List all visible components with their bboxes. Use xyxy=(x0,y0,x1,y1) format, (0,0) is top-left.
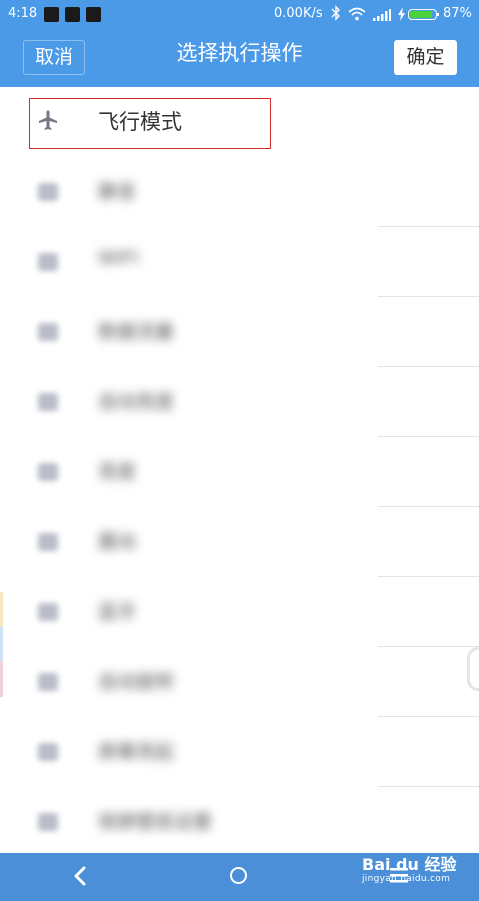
notification-app-icon xyxy=(65,7,80,22)
wifi-icon xyxy=(348,7,366,21)
status-time: 4:18 xyxy=(8,6,38,21)
title-bar: 取消 选择执行操作 确定 xyxy=(0,30,479,87)
action-label: 自动旋转 xyxy=(98,671,175,693)
action-label: 自动亮度 xyxy=(98,391,175,413)
battery-icon xyxy=(408,9,439,20)
action-label: 蓝牙 xyxy=(98,601,137,623)
blurred-icon xyxy=(38,253,58,271)
blurred-icon xyxy=(38,743,58,761)
battery-percent: 87% xyxy=(443,6,472,21)
action-label: 锁屏壁纸设置 xyxy=(98,811,213,833)
side-edge-strip xyxy=(0,592,3,697)
blurred-icon xyxy=(38,323,58,341)
blurred-icon xyxy=(38,603,58,621)
blurred-icon xyxy=(38,673,58,691)
action-label: WIFI xyxy=(98,247,139,269)
blurred-icon xyxy=(38,463,58,481)
action-item[interactable]: 数据流量 xyxy=(0,297,479,367)
selection-highlight-box xyxy=(29,98,271,149)
blurred-icon xyxy=(38,183,58,201)
action-item[interactable]: 屏幕亮起 xyxy=(0,717,479,787)
action-item[interactable]: 锁屏壁纸设置 xyxy=(0,787,479,853)
blurred-icon xyxy=(38,813,58,831)
action-label: 屏幕亮起 xyxy=(98,741,175,763)
charging-icon xyxy=(398,7,405,21)
blurred-icon xyxy=(38,533,58,551)
action-label: 数据流量 xyxy=(98,321,175,343)
action-item[interactable]: 蓝牙 xyxy=(0,577,479,647)
action-item[interactable]: WIFI xyxy=(0,227,479,297)
action-item[interactable]: 静音 xyxy=(0,157,479,227)
confirm-button[interactable]: 确定 xyxy=(394,40,457,75)
floating-scroll-handle[interactable] xyxy=(467,647,479,691)
action-label: 亮度 xyxy=(98,461,137,483)
action-label: 震动 xyxy=(98,531,137,553)
action-item[interactable]: 自动亮度 xyxy=(0,367,479,437)
action-item[interactable]: 自动旋转 xyxy=(0,647,479,717)
back-icon[interactable] xyxy=(73,866,87,886)
watermark-brand: Bai du 经验 xyxy=(362,855,457,874)
action-list: 飞行模式 静音 WIFI 数据流量 自动亮度 亮度 震动 蓝牙 自动旋转 屏幕亮… xyxy=(0,87,479,853)
action-item[interactable]: 震动 xyxy=(0,507,479,577)
baidu-jingyan-watermark: Bai du 经验 jingyan.baidu.com xyxy=(362,855,457,886)
notification-app-icon xyxy=(86,7,101,22)
network-speed: 0.00K/s xyxy=(274,6,323,21)
notification-app-icon xyxy=(44,7,59,22)
blurred-icon xyxy=(38,393,58,411)
action-label: 静音 xyxy=(98,181,137,203)
battery-fill xyxy=(410,11,432,18)
signal-icon xyxy=(373,9,391,21)
watermark-url: jingyan.baidu.com xyxy=(362,874,451,884)
action-item[interactable]: 亮度 xyxy=(0,437,479,507)
status-bar: 4:18 0.00K/s 87% xyxy=(0,0,479,30)
bluetooth-icon xyxy=(331,5,340,21)
home-icon[interactable] xyxy=(230,867,247,884)
action-item-airplane-mode[interactable]: 飞行模式 xyxy=(0,87,479,157)
